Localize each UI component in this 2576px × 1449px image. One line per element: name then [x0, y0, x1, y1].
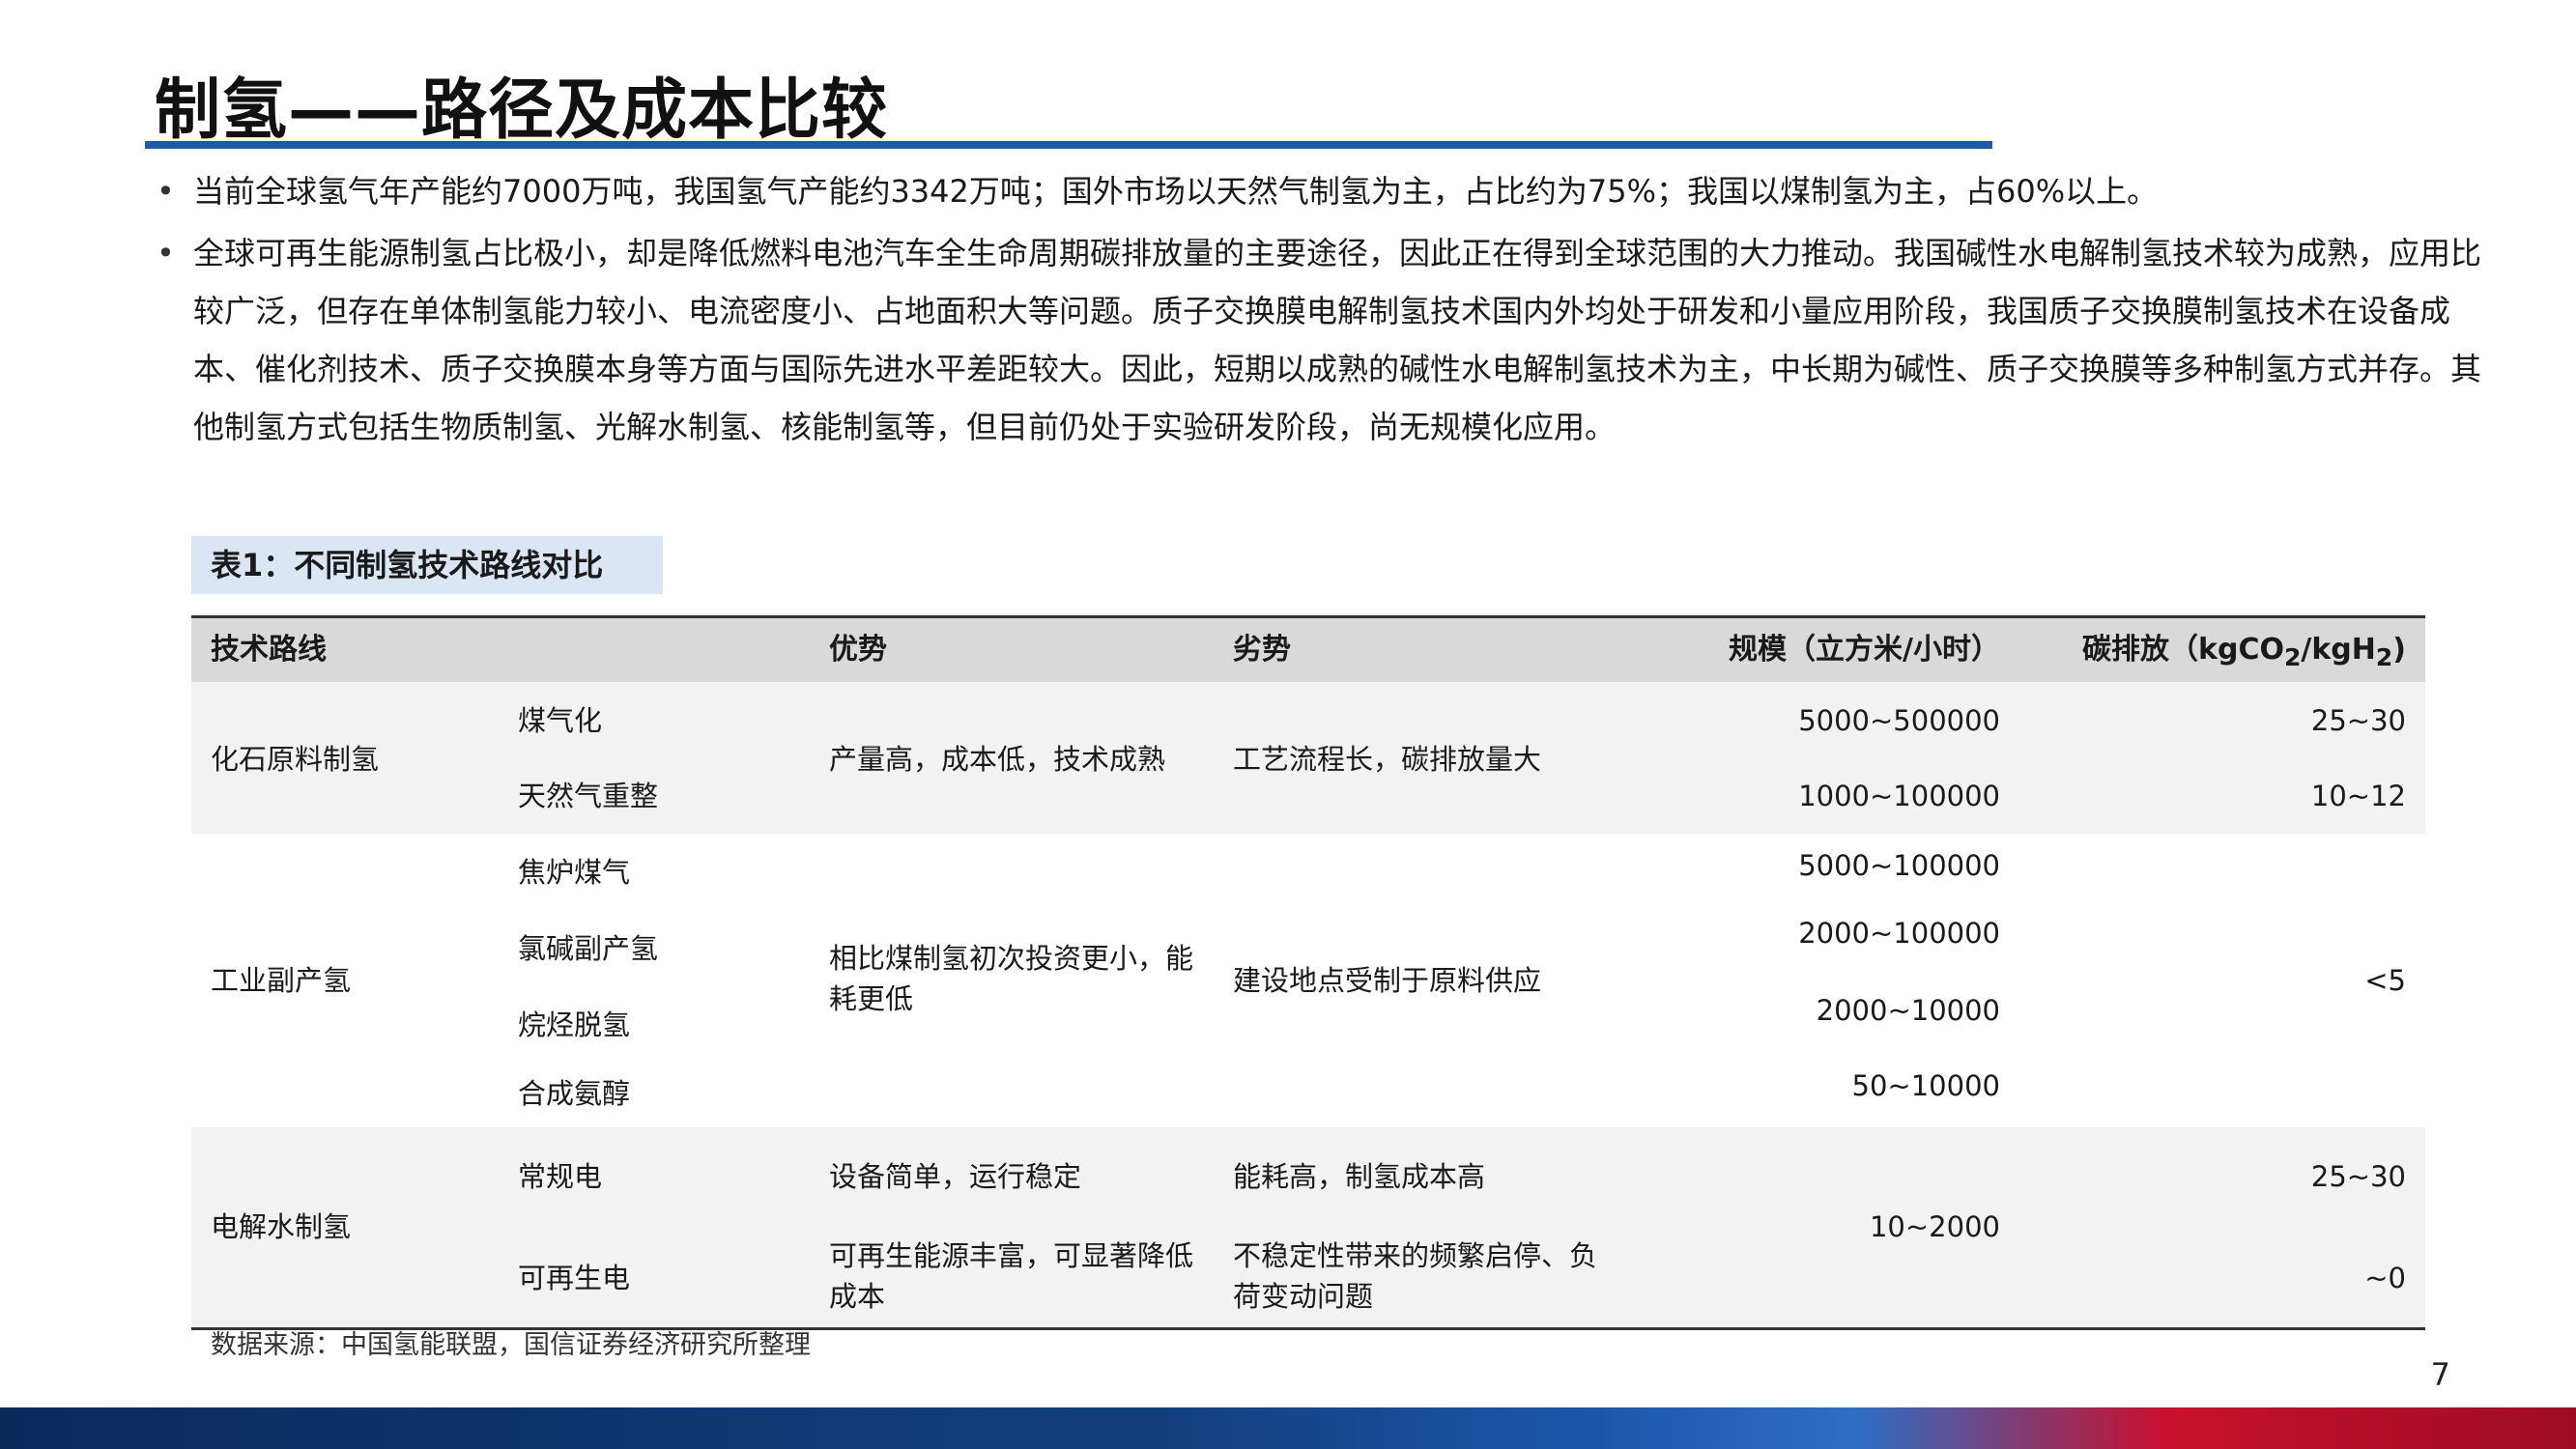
- scale-value: 50~10000: [1851, 1069, 2000, 1102]
- carbon-value: 25~30: [2310, 704, 2406, 737]
- header-carbon: 碳排放（kgCO2/kgH2): [2082, 630, 2406, 678]
- page-title: 制氢——路径及成本比较: [155, 72, 889, 149]
- header-advantage: 优势: [829, 633, 887, 667]
- disadvantage-text: 建设地点受制于原料供应: [1233, 964, 1542, 997]
- header-carbon-sub: 2: [2283, 643, 2302, 671]
- header-carbon-sub: 2: [2375, 643, 2393, 671]
- comparison-table: 技术路线 优势 劣势 规模（立方米/小时） 碳排放（kgCO2/kgH2) 化石…: [191, 615, 2425, 1330]
- sub-route-label: 可再生电: [518, 1262, 631, 1294]
- advantage-text: 相比煤制氢初次投资更小，能耗更低: [829, 942, 1194, 1015]
- header-route: 技术路线: [211, 633, 327, 667]
- bullet-dot-icon: •: [157, 173, 175, 210]
- bullet-text: 全球可再生能源制氢占比极小，却是降低燃料电池汽车全生命周期碳排放量的主要途径，因…: [193, 235, 2482, 445]
- page-number: 7: [2430, 1356, 2450, 1393]
- scale-value: 2000~10000: [1816, 994, 2000, 1027]
- scale-value: 5000~100000: [1798, 849, 2000, 882]
- route-label: 化石原料制氢: [211, 743, 380, 776]
- table-caption: 表1：不同制氢技术路线对比: [191, 536, 663, 594]
- title-underline: [145, 141, 1992, 149]
- sub-route-label: 天然气重整: [518, 780, 659, 812]
- footer-decoration-bar: [0, 1407, 2576, 1449]
- header-scale: 规模（立方米/小时）: [1729, 633, 2000, 667]
- header-carbon-prefix: 碳排放（kgCO: [2082, 633, 2284, 667]
- scale-value: 1000~100000: [1798, 780, 2000, 812]
- bullet-dot-icon: •: [157, 235, 175, 271]
- advantage-text: 可再生能源丰富，可显著降低成本: [829, 1239, 1194, 1313]
- bullet-text: 当前全球氢气年产能约7000万吨，我国氢气产能约3342万吨；国外市场以天然气制…: [193, 173, 2159, 210]
- sub-route-label: 常规电: [518, 1160, 603, 1193]
- bullet-item: • 全球可再生能源制氢占比极小，却是降低燃料电池汽车全生命周期碳排放量的主要途径…: [153, 224, 2491, 456]
- carbon-value: ~0: [2364, 1262, 2406, 1294]
- route-label: 电解水制氢: [211, 1210, 352, 1243]
- carbon-value: 10~12: [2310, 780, 2406, 812]
- header-carbon-suffix: ): [2392, 633, 2406, 667]
- bullet-list: • 当前全球氢气年产能约7000万吨，我国氢气产能约3342万吨；国外市场以天然…: [153, 162, 2491, 460]
- scale-value: 5000~500000: [1798, 704, 2000, 737]
- sub-route-label: 烷烃脱氢: [518, 1009, 631, 1041]
- table-top-rule: [191, 615, 2425, 618]
- sub-route-label: 氯碱副产氢: [518, 932, 659, 965]
- sub-route-label: 焦炉煤气: [518, 856, 631, 889]
- sub-route-label: 煤气化: [518, 704, 603, 737]
- disadvantage-text: 能耗高，制氢成本高: [1233, 1160, 1486, 1193]
- disadvantage-text: 工艺流程长，碳排放量大: [1233, 743, 1542, 776]
- bullet-item: • 当前全球氢气年产能约7000万吨，我国氢气产能约3342万吨；国外市场以天然…: [153, 162, 2491, 220]
- advantage-text: 产量高，成本低，技术成熟: [829, 743, 1166, 776]
- route-label: 工业副产氢: [211, 964, 352, 997]
- carbon-value: <5: [2364, 964, 2406, 997]
- carbon-value: 25~30: [2310, 1160, 2406, 1193]
- sub-route-label: 合成氨醇: [518, 1077, 631, 1110]
- scale-value: 10~2000: [1869, 1210, 2000, 1243]
- header-disadvantage: 劣势: [1233, 633, 1291, 667]
- data-source-note: 数据来源：中国氢能联盟，国信证券经济研究所整理: [211, 1330, 811, 1360]
- disadvantage-text: 不稳定性带来的频繁启停、负荷变动问题: [1233, 1239, 1598, 1313]
- advantage-text: 设备简单，运行稳定: [829, 1160, 1082, 1193]
- scale-value: 2000~100000: [1798, 917, 2000, 950]
- header-carbon-mid: /kgH: [2301, 633, 2376, 667]
